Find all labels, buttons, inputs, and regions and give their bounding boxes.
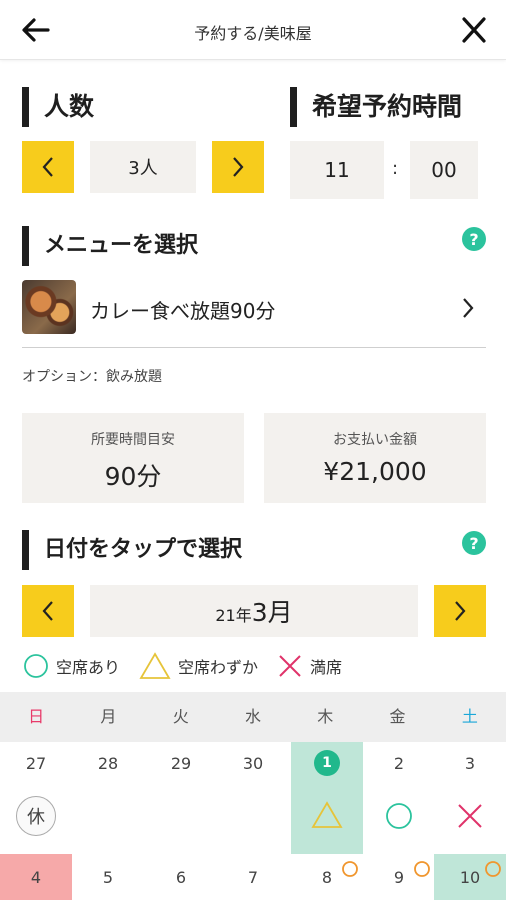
menu-item-row[interactable]: カレー食べ放題90分 <box>22 280 486 348</box>
triangle-icon <box>139 652 171 679</box>
price-value: ¥21,000 <box>323 457 427 486</box>
calendar-day-cell[interactable]: 2 <box>363 742 435 854</box>
calendar-day-cell[interactable]: 4 <box>0 854 72 900</box>
calendar-day-cell[interactable]: 8 <box>291 854 363 900</box>
weekday-monday: 月 <box>100 707 117 726</box>
chevron-right-icon <box>233 157 244 177</box>
calendar-day-cell[interactable]: 10 <box>434 854 506 900</box>
legend-few-label: 空席わずか <box>178 658 259 677</box>
triangle-icon <box>311 801 343 828</box>
legend-available-label: 空席あり <box>56 658 121 677</box>
day-number: 2 <box>393 754 405 773</box>
duration-label: 所要時間目安 <box>91 432 175 448</box>
menu-item-name: カレー食べ放題90分 <box>90 299 276 323</box>
day-number: 6 <box>175 868 187 887</box>
people-decrement-button[interactable] <box>22 141 74 193</box>
weekday-tuesday: 火 <box>172 707 189 726</box>
month-year-prefix: 21年 <box>215 606 252 625</box>
calendar-day-cell[interactable]: 7 <box>217 854 289 900</box>
calendar-day-cell[interactable]: 3 <box>434 742 506 854</box>
calendar-weekday-header: 日 月 火 水 木 金 土 <box>0 692 506 742</box>
day-number: 27 <box>25 754 47 773</box>
day-number: 30 <box>242 754 264 773</box>
circle-icon <box>342 861 358 877</box>
menu-heading: メニューを選択 <box>22 226 198 266</box>
calendar-day-cell[interactable]: 9 <box>363 854 435 900</box>
chevron-left-icon <box>42 157 53 177</box>
legend-full-label: 満席 <box>310 658 343 677</box>
price-card: お支払い金額 ¥21,000 <box>264 413 486 503</box>
chevron-right-icon <box>463 298 474 318</box>
time-separator: : <box>392 158 399 179</box>
close-icon[interactable] <box>456 14 492 46</box>
menu-option-text: オプション：飲み放題 <box>22 369 162 385</box>
calendar-day-cell[interactable]: 29 <box>145 742 217 854</box>
cross-icon <box>279 655 301 677</box>
weekday-thursday: 木 <box>317 707 334 726</box>
people-count-value: 3人 <box>90 141 196 193</box>
app-header: 予約する/美味屋 <box>0 0 506 60</box>
calendar-day-cell[interactable]: 5 <box>72 854 144 900</box>
calendar-day-cell[interactable]: 30 <box>217 742 289 854</box>
circle-icon <box>386 803 412 829</box>
weekday-sunday: 日 <box>28 707 45 726</box>
circle-icon <box>414 861 430 877</box>
legend-full: 満席 <box>276 650 342 682</box>
chevron-right-icon <box>455 601 466 621</box>
help-icon[interactable]: ? <box>462 531 486 555</box>
help-icon[interactable]: ? <box>462 227 486 251</box>
day-number: 3 <box>464 754 476 773</box>
date-heading: 日付をタップで選択 <box>22 530 242 570</box>
circle-icon <box>485 861 501 877</box>
holiday-badge: 休 <box>16 796 56 836</box>
day-number: 29 <box>170 754 192 773</box>
calendar-day-cell[interactable]: 28 <box>72 742 144 854</box>
price-label: お支払い金額 <box>333 432 417 448</box>
day-number: 4 <box>30 868 42 887</box>
page-title: 予約する/美味屋 <box>194 24 312 43</box>
people-heading: 人数 <box>22 87 94 127</box>
legend-available: 空席あり <box>22 650 120 682</box>
selected-day-number: 1 <box>314 750 340 776</box>
menu-item-thumbnail <box>22 280 76 334</box>
weekday-saturday: 土 <box>461 707 478 726</box>
weekday-friday: 金 <box>389 707 406 726</box>
duration-value: 90分 <box>104 462 162 491</box>
circle-icon <box>24 654 48 678</box>
month-display: 21年 3月 <box>90 585 418 637</box>
chevron-left-icon <box>42 601 53 621</box>
duration-card: 所要時間目安 90分 <box>22 413 244 503</box>
calendar-day-cell[interactable]: 6 <box>145 854 217 900</box>
day-number: 7 <box>247 868 259 887</box>
next-month-button[interactable] <box>434 585 486 637</box>
calendar-day-cell-selected[interactable]: 1 <box>291 742 363 854</box>
hour-select[interactable]: 11 <box>290 141 384 199</box>
month-value: 3月 <box>251 598 293 627</box>
legend-few: 空席わずか <box>138 650 258 682</box>
minute-select[interactable]: 00 <box>410 141 478 199</box>
day-number: 5 <box>102 868 114 887</box>
weekday-wednesday: 水 <box>244 707 261 726</box>
time-heading: 希望予約時間 <box>290 87 462 127</box>
day-number: 28 <box>97 754 119 773</box>
calendar-day-cell[interactable]: 27 休 <box>0 742 72 854</box>
cross-icon <box>458 804 482 828</box>
people-increment-button[interactable] <box>212 141 264 193</box>
prev-month-button[interactable] <box>22 585 74 637</box>
